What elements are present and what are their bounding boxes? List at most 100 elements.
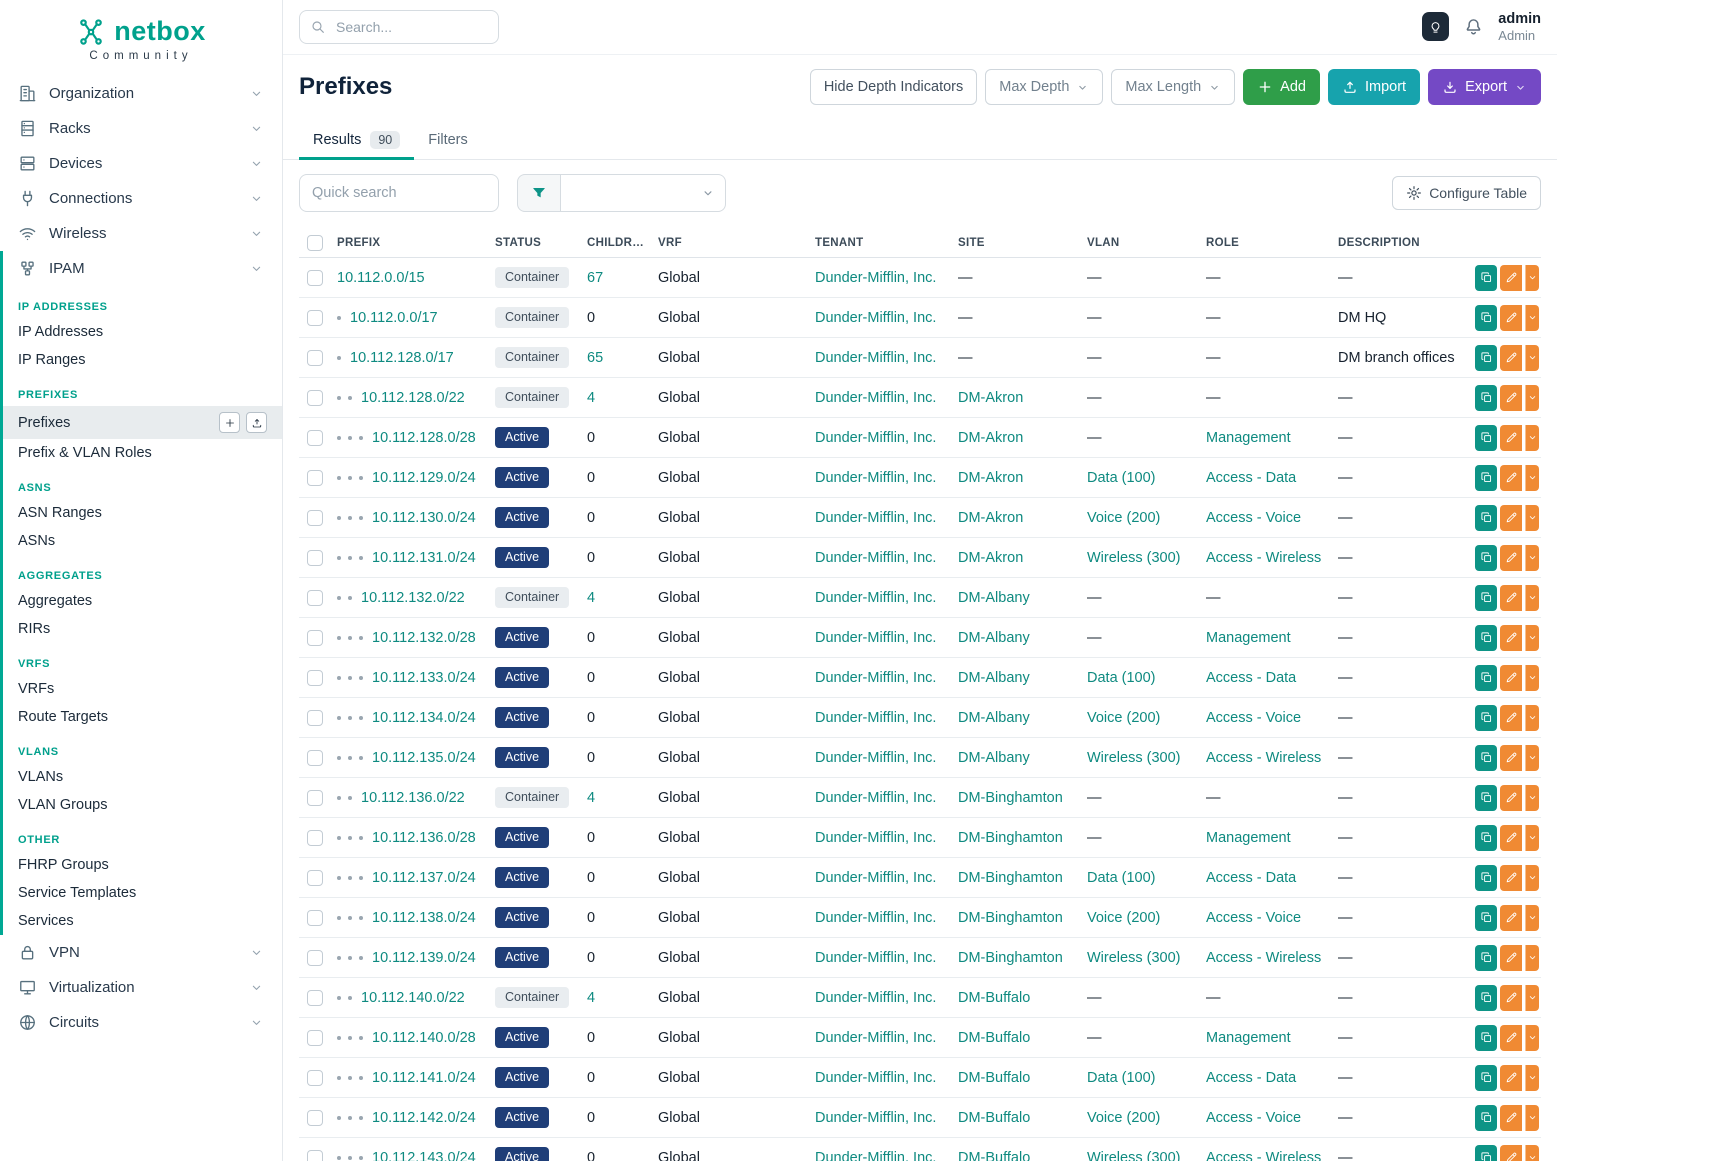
- prefix-link[interactable]: 10.112.138.0/24: [372, 910, 476, 926]
- tenant-link[interactable]: Dunder-Mifflin, Inc.: [815, 910, 936, 926]
- tenant-link[interactable]: Dunder-Mifflin, Inc.: [815, 350, 936, 366]
- tenant-link[interactable]: Dunder-Mifflin, Inc.: [815, 750, 936, 766]
- role-link[interactable]: Management: [1206, 630, 1291, 646]
- site-link[interactable]: DM-Binghamton: [958, 830, 1063, 846]
- prefix-link[interactable]: 10.112.141.0/24: [372, 1070, 476, 1086]
- row-checkbox[interactable]: [307, 270, 323, 286]
- children-count-link[interactable]: 67: [587, 270, 603, 286]
- edit-dropdown-button[interactable]: [1525, 305, 1539, 331]
- children-count-link[interactable]: 4: [587, 790, 595, 806]
- edit-button[interactable]: [1500, 345, 1522, 371]
- edit-button[interactable]: [1500, 545, 1522, 571]
- column-header-vrf[interactable]: VRF: [652, 237, 809, 249]
- quick-import-button[interactable]: [246, 412, 267, 433]
- sidebar-item-connections[interactable]: Connections: [0, 181, 282, 216]
- configure-table-button[interactable]: Configure Table: [1392, 176, 1541, 210]
- children-count-link[interactable]: 4: [587, 590, 595, 606]
- vlan-link[interactable]: Data (100): [1087, 1070, 1156, 1086]
- edit-dropdown-button[interactable]: [1525, 625, 1539, 651]
- prefix-link[interactable]: 10.112.129.0/24: [372, 470, 476, 486]
- prefix-link[interactable]: 10.112.136.0/22: [361, 790, 465, 806]
- role-link[interactable]: Management: [1206, 1030, 1291, 1046]
- prefix-link[interactable]: 10.112.137.0/24: [372, 870, 476, 886]
- site-link[interactable]: DM-Akron: [958, 390, 1023, 406]
- row-checkbox[interactable]: [307, 470, 323, 486]
- edit-button[interactable]: [1500, 705, 1522, 731]
- edit-dropdown-button[interactable]: [1525, 665, 1539, 691]
- row-checkbox[interactable]: [307, 950, 323, 966]
- role-link[interactable]: Access - Wireless: [1206, 750, 1321, 766]
- clone-button[interactable]: [1475, 505, 1497, 531]
- row-checkbox[interactable]: [307, 1110, 323, 1126]
- sidebar-item-aggregates[interactable]: Aggregates: [3, 587, 282, 615]
- user-menu[interactable]: admin Admin: [1498, 11, 1541, 44]
- row-checkbox[interactable]: [307, 350, 323, 366]
- vlan-link[interactable]: Voice (200): [1087, 710, 1160, 726]
- row-checkbox[interactable]: [307, 590, 323, 606]
- row-checkbox[interactable]: [307, 830, 323, 846]
- sidebar-item-racks[interactable]: Racks: [0, 111, 282, 146]
- edit-button[interactable]: [1500, 585, 1522, 611]
- role-link[interactable]: Access - Wireless: [1206, 1150, 1321, 1161]
- sidebar-item-vlans[interactable]: VLANs: [3, 763, 282, 791]
- site-link[interactable]: DM-Albany: [958, 710, 1030, 726]
- vlan-link[interactable]: Voice (200): [1087, 910, 1160, 926]
- prefix-link[interactable]: 10.112.130.0/24: [372, 510, 476, 526]
- sidebar-item-prefixes[interactable]: Prefixes: [3, 406, 282, 439]
- tenant-link[interactable]: Dunder-Mifflin, Inc.: [815, 950, 936, 966]
- site-link[interactable]: DM-Akron: [958, 470, 1023, 486]
- prefix-link[interactable]: 10.112.143.0/24: [372, 1150, 476, 1161]
- row-checkbox[interactable]: [307, 670, 323, 686]
- row-checkbox[interactable]: [307, 1030, 323, 1046]
- sidebar-item-asn-ranges[interactable]: ASN Ranges: [3, 499, 282, 527]
- clone-button[interactable]: [1475, 825, 1497, 851]
- tenant-link[interactable]: Dunder-Mifflin, Inc.: [815, 590, 936, 606]
- export-button[interactable]: Export: [1428, 69, 1541, 105]
- global-search-input[interactable]: [299, 10, 499, 44]
- edit-dropdown-button[interactable]: [1525, 745, 1539, 771]
- edit-button[interactable]: [1500, 1065, 1522, 1091]
- row-checkbox[interactable]: [307, 1150, 323, 1161]
- role-link[interactable]: Access - Voice: [1206, 510, 1301, 526]
- edit-dropdown-button[interactable]: [1525, 945, 1539, 971]
- sidebar-item-prefix-vlan-roles[interactable]: Prefix & VLAN Roles: [3, 439, 282, 467]
- edit-button[interactable]: [1500, 985, 1522, 1011]
- site-link[interactable]: DM-Akron: [958, 550, 1023, 566]
- role-link[interactable]: Access - Voice: [1206, 1110, 1301, 1126]
- role-link[interactable]: Management: [1206, 430, 1291, 446]
- tenant-link[interactable]: Dunder-Mifflin, Inc.: [815, 310, 936, 326]
- edit-button[interactable]: [1500, 625, 1522, 651]
- select-all-checkbox[interactable]: [307, 235, 323, 251]
- role-link[interactable]: Access - Voice: [1206, 710, 1301, 726]
- column-header-children[interactable]: CHILDREN: [581, 237, 652, 249]
- tab-results[interactable]: Results 90: [299, 121, 414, 159]
- prefix-link[interactable]: 10.112.128.0/28: [372, 430, 476, 446]
- children-count-link[interactable]: 4: [587, 990, 595, 1006]
- site-link[interactable]: DM-Binghamton: [958, 950, 1063, 966]
- clone-button[interactable]: [1475, 625, 1497, 651]
- vlan-link[interactable]: Data (100): [1087, 470, 1156, 486]
- edit-dropdown-button[interactable]: [1525, 825, 1539, 851]
- row-checkbox[interactable]: [307, 870, 323, 886]
- clone-button[interactable]: [1475, 985, 1497, 1011]
- edit-dropdown-button[interactable]: [1525, 585, 1539, 611]
- clone-button[interactable]: [1475, 1145, 1497, 1161]
- row-checkbox[interactable]: [307, 710, 323, 726]
- prefix-link[interactable]: 10.112.134.0/24: [372, 710, 476, 726]
- role-link[interactable]: Access - Voice: [1206, 910, 1301, 926]
- clone-button[interactable]: [1475, 265, 1497, 291]
- prefix-link[interactable]: 10.112.128.0/22: [361, 390, 465, 406]
- row-checkbox[interactable]: [307, 310, 323, 326]
- edit-dropdown-button[interactable]: [1525, 345, 1539, 371]
- sidebar-item-vrfs[interactable]: VRFs: [3, 675, 282, 703]
- row-checkbox[interactable]: [307, 750, 323, 766]
- tenant-link[interactable]: Dunder-Mifflin, Inc.: [815, 1150, 936, 1161]
- site-link[interactable]: DM-Buffalo: [958, 1030, 1030, 1046]
- sidebar-item-rirs[interactable]: RIRs: [3, 615, 282, 643]
- clone-button[interactable]: [1475, 1065, 1497, 1091]
- clone-button[interactable]: [1475, 465, 1497, 491]
- site-link[interactable]: DM-Albany: [958, 590, 1030, 606]
- brand-logo[interactable]: netbox Community: [0, 10, 282, 76]
- edit-button[interactable]: [1500, 1025, 1522, 1051]
- site-link[interactable]: DM-Akron: [958, 510, 1023, 526]
